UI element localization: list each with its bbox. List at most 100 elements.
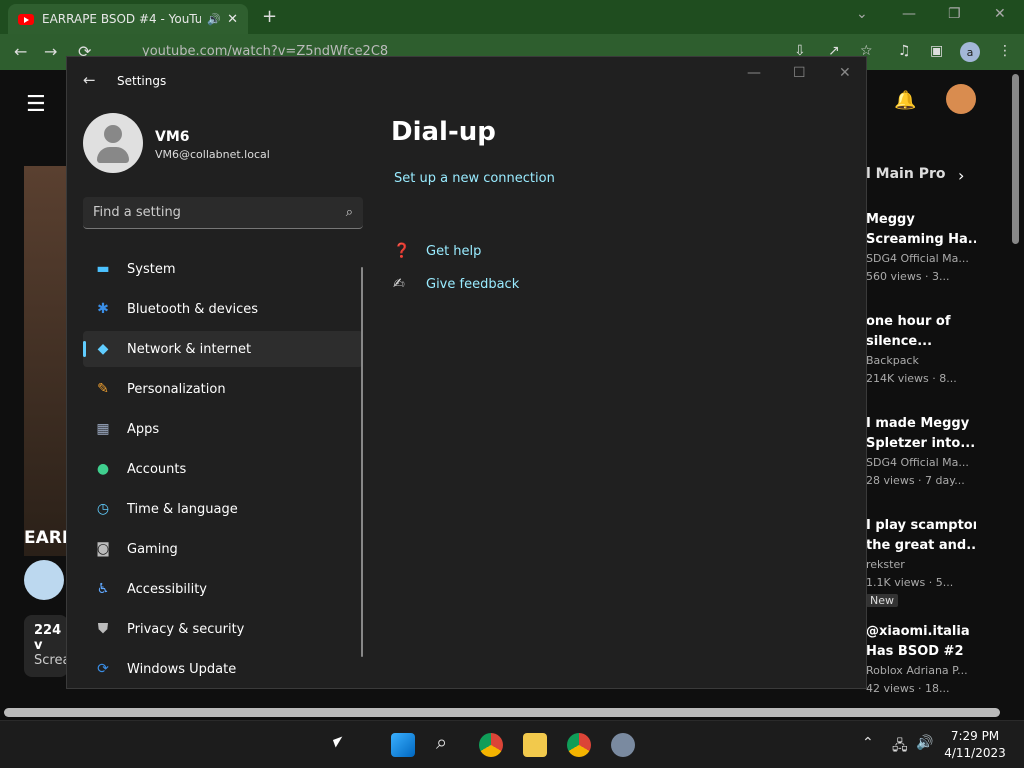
system-icon: ▬ xyxy=(96,261,110,277)
rec-title-line1: @xiaomi.italia xyxy=(866,624,970,639)
shield-icon: ⛊ xyxy=(97,621,109,637)
recommendation-item[interactable]: @xiaomi.italia Has BSOD #2 Roblox Adrian… xyxy=(866,622,976,698)
video-player[interactable] xyxy=(24,166,66,556)
wifi-icon: ◆ xyxy=(97,341,109,357)
account-avatar[interactable] xyxy=(946,84,976,114)
close-tab-icon[interactable]: ✕ xyxy=(227,12,238,27)
controller-icon: ◙ xyxy=(96,541,110,557)
horizontal-scrollbar[interactable] xyxy=(4,708,1000,717)
recommendation-item[interactable]: Meggy Screaming Ha... SDG4 Official Ma..… xyxy=(866,210,976,286)
nav-item-label: Apps xyxy=(127,421,160,437)
speaker-icon[interactable]: 🔊 xyxy=(207,13,221,26)
clock-globe-icon: ◷ xyxy=(96,501,110,517)
nav-item-bluetooth-devices[interactable]: ✱ Bluetooth & devices xyxy=(83,291,363,327)
description-text: Screa xyxy=(34,653,71,668)
network-icon[interactable]: 🖧 xyxy=(892,735,908,759)
new-connection-link[interactable]: Set up a new connection xyxy=(394,171,555,186)
rec-channel: rekster xyxy=(866,558,905,571)
tab-title: EARRAPE BSOD #4 - YouTube xyxy=(42,12,202,26)
rec-title-line2: Screaming Ha... xyxy=(866,232,976,247)
chrome-icon[interactable] xyxy=(479,733,503,757)
recommendation-item[interactable]: I play scampton the great and... rekster… xyxy=(866,516,976,610)
close-button[interactable]: ✕ xyxy=(839,65,851,81)
new-badge: New xyxy=(866,594,898,607)
accessibility-icon: ♿ xyxy=(96,581,110,597)
nav-item-personalization[interactable]: ✎ Personalization xyxy=(83,371,363,407)
rec-title-line1: Meggy xyxy=(866,212,915,227)
user-name: VM6 xyxy=(155,129,190,145)
search-input[interactable]: Find a setting ⌕ xyxy=(83,197,363,229)
settings-window: ← Settings — ☐ ✕ VM6 VM6@collabnet.local… xyxy=(66,56,867,689)
nav-item-label: Network & internet xyxy=(127,341,252,357)
minimize-button[interactable]: — xyxy=(747,65,761,81)
side-panel-icon[interactable]: ▣ xyxy=(930,43,943,59)
settings-gear-icon[interactable] xyxy=(611,733,635,757)
search-placeholder: Find a setting xyxy=(93,205,181,220)
time: 7:29 PM xyxy=(950,729,1000,743)
back-icon[interactable]: ← xyxy=(14,42,27,61)
channel-avatar[interactable] xyxy=(24,560,64,600)
window-title: Settings xyxy=(117,74,167,88)
nav-item-network-internet[interactable]: ◆ Network & internet xyxy=(83,331,363,367)
nav-item-accounts[interactable]: ● Accounts xyxy=(83,451,363,487)
nav-item-system[interactable]: ▬ System xyxy=(83,251,363,287)
search-icon[interactable]: ⌕ xyxy=(346,205,353,220)
tab-search-icon[interactable]: ⌄ xyxy=(856,6,868,22)
nav-item-privacy-security[interactable]: ⛊ Privacy & security xyxy=(83,611,363,647)
clock[interactable]: 7:29 PM 4/11/2023 xyxy=(940,728,1010,762)
nav-item-label: Accessibility xyxy=(127,581,207,597)
menu-dots-icon[interactable]: ⋮ xyxy=(998,43,1012,59)
rec-title-line2: Has BSOD #2 xyxy=(866,644,964,659)
update-icon: ⟳ xyxy=(97,661,109,677)
chrome-profile-icon[interactable] xyxy=(567,733,591,757)
volume-icon[interactable]: 🔊 xyxy=(916,735,933,751)
media-control-icon[interactable]: ♫ xyxy=(898,43,911,59)
rec-title-line1: one hour of xyxy=(866,314,951,329)
close-window-button[interactable]: ✕ xyxy=(994,6,1006,22)
user-email: VM6@collabnet.local xyxy=(155,148,270,161)
nav-item-label: Privacy & security xyxy=(127,621,245,637)
profile-avatar[interactable]: a xyxy=(960,42,980,62)
rec-title-line2: the great and... xyxy=(866,538,976,553)
feedback-icon: ✍ xyxy=(393,276,405,292)
maximize-button[interactable]: ❐ xyxy=(948,6,961,22)
browser-tab[interactable]: EARRAPE BSOD #4 - YouTube 🔊 ✕ xyxy=(8,4,248,34)
nav-item-gaming[interactable]: ◙ Gaming xyxy=(83,531,363,567)
nav-item-apps[interactable]: ▦ Apps xyxy=(83,411,363,447)
user-avatar[interactable] xyxy=(83,113,143,173)
chevron-right-icon[interactable]: › xyxy=(958,166,964,185)
notifications-bell-icon[interactable]: 🔔 xyxy=(894,90,916,111)
date: 4/11/2023 xyxy=(944,746,1006,760)
nav-item-time-language[interactable]: ◷ Time & language xyxy=(83,491,363,527)
filter-chip[interactable]: l Main Pro xyxy=(866,166,945,182)
page-scrollbar[interactable] xyxy=(1012,74,1019,244)
recommendation-item[interactable]: I made Meggy Spletzer into... SDG4 Offic… xyxy=(866,414,976,490)
rec-title-line1: I made Meggy xyxy=(866,416,970,431)
recommendation-item[interactable]: one hour of silence... Backpack 214K vie… xyxy=(866,312,976,388)
nav-scrollbar[interactable] xyxy=(361,267,363,657)
hamburger-menu-icon[interactable]: ☰ xyxy=(26,92,46,117)
rec-meta: 560 views · 3... xyxy=(866,270,950,283)
nav-item-windows-update[interactable]: ⟳ Windows Update xyxy=(83,651,363,687)
nav-item-label: Gaming xyxy=(127,541,178,557)
chevron-up-icon[interactable]: ⌃ xyxy=(862,735,874,751)
maximize-button[interactable]: ☐ xyxy=(793,65,806,81)
get-help-link[interactable]: Get help xyxy=(426,244,481,259)
search-icon[interactable]: ⌕ xyxy=(436,730,447,754)
start-windows-icon[interactable] xyxy=(391,733,415,757)
video-description[interactable]: 224 v Screa xyxy=(24,615,71,677)
rec-meta: 1.1K views · 5... xyxy=(866,576,954,589)
nav-item-label: Windows Update xyxy=(127,661,237,677)
nav-item-accessibility[interactable]: ♿ Accessibility xyxy=(83,571,363,607)
rec-channel: Backpack xyxy=(866,354,919,367)
new-tab-button[interactable]: + xyxy=(262,6,277,27)
nav-item-label: System xyxy=(127,261,176,277)
back-arrow-icon[interactable]: ← xyxy=(83,71,96,89)
rec-title-line2: Spletzer into... xyxy=(866,436,976,451)
youtube-favicon-icon xyxy=(18,13,34,25)
minimize-button[interactable]: — xyxy=(902,6,916,22)
forward-icon[interactable]: → xyxy=(44,42,57,61)
rec-meta: 214K views · 8... xyxy=(866,372,957,385)
give-feedback-link[interactable]: Give feedback xyxy=(426,277,519,292)
file-explorer-icon[interactable] xyxy=(523,733,547,757)
